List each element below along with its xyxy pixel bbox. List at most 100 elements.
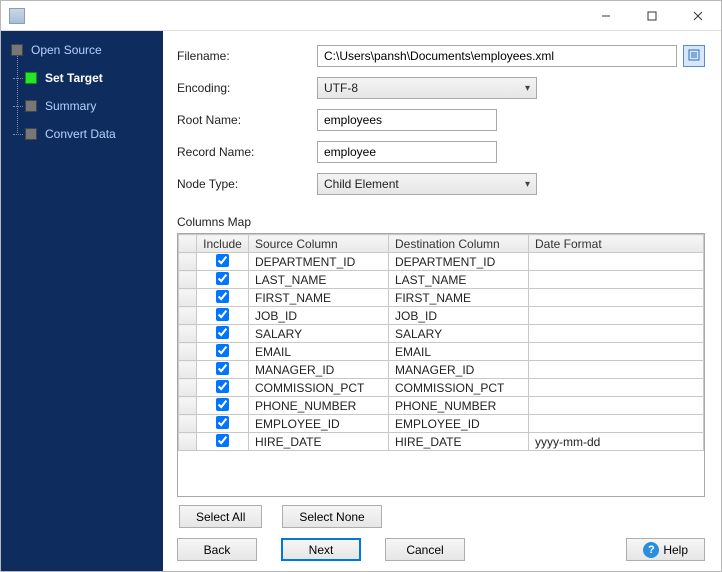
source-column-cell[interactable]: FIRST_NAME	[249, 289, 389, 307]
sidebar-step[interactable]: Open Source	[1, 43, 157, 57]
date-format-cell[interactable]	[529, 343, 704, 361]
date-format-cell[interactable]: yyyy-mm-dd	[529, 433, 704, 451]
step-box-icon	[11, 44, 23, 56]
help-icon: ?	[643, 542, 659, 558]
cancel-button[interactable]: Cancel	[385, 538, 465, 561]
row-handle[interactable]	[179, 379, 197, 397]
app-icon	[9, 8, 25, 24]
source-column-cell[interactable]: MANAGER_ID	[249, 361, 389, 379]
destination-column-cell[interactable]: HIRE_DATE	[389, 433, 529, 451]
source-column-cell[interactable]: LAST_NAME	[249, 271, 389, 289]
table-row[interactable]: HIRE_DATEHIRE_DATEyyyy-mm-dd	[179, 433, 704, 451]
header-date-format[interactable]: Date Format	[529, 235, 704, 253]
destination-column-cell[interactable]: MANAGER_ID	[389, 361, 529, 379]
source-column-cell[interactable]: SALARY	[249, 325, 389, 343]
row-handle[interactable]	[179, 397, 197, 415]
row-handle[interactable]	[179, 307, 197, 325]
destination-column-cell[interactable]: DEPARTMENT_ID	[389, 253, 529, 271]
destination-column-cell[interactable]: PHONE_NUMBER	[389, 397, 529, 415]
select-none-button[interactable]: Select None	[282, 505, 381, 528]
destination-column-cell[interactable]: FIRST_NAME	[389, 289, 529, 307]
date-format-cell[interactable]	[529, 253, 704, 271]
sidebar-step[interactable]: Convert Data	[13, 127, 157, 141]
browse-button[interactable]	[683, 45, 705, 67]
step-label: Open Source	[31, 43, 102, 57]
header-destination[interactable]: Destination Column	[389, 235, 529, 253]
back-button[interactable]: Back	[177, 538, 257, 561]
include-checkbox[interactable]	[216, 290, 229, 303]
help-button[interactable]: ? Help	[626, 538, 705, 561]
include-checkbox[interactable]	[216, 398, 229, 411]
header-include[interactable]: Include	[197, 235, 249, 253]
row-handle[interactable]	[179, 433, 197, 451]
header-source[interactable]: Source Column	[249, 235, 389, 253]
row-handle[interactable]	[179, 253, 197, 271]
table-row[interactable]: LAST_NAMELAST_NAME	[179, 271, 704, 289]
row-handle[interactable]	[179, 343, 197, 361]
table-row[interactable]: DEPARTMENT_IDDEPARTMENT_ID	[179, 253, 704, 271]
source-column-cell[interactable]: EMPLOYEE_ID	[249, 415, 389, 433]
include-checkbox[interactable]	[216, 362, 229, 375]
row-handle[interactable]	[179, 289, 197, 307]
include-checkbox[interactable]	[216, 254, 229, 267]
encoding-select[interactable]: UTF-8 ▾	[317, 77, 537, 99]
destination-column-cell[interactable]: LAST_NAME	[389, 271, 529, 289]
table-row[interactable]: MANAGER_IDMANAGER_ID	[179, 361, 704, 379]
include-checkbox[interactable]	[216, 308, 229, 321]
next-button[interactable]: Next	[281, 538, 361, 561]
date-format-cell[interactable]	[529, 397, 704, 415]
filename-input[interactable]	[317, 45, 677, 67]
table-row[interactable]: SALARYSALARY	[179, 325, 704, 343]
titlebar	[1, 1, 721, 31]
date-format-cell[interactable]	[529, 271, 704, 289]
source-column-cell[interactable]: PHONE_NUMBER	[249, 397, 389, 415]
row-handle[interactable]	[179, 415, 197, 433]
date-format-cell[interactable]	[529, 361, 704, 379]
source-column-cell[interactable]: JOB_ID	[249, 307, 389, 325]
table-row[interactable]: EMAILEMAIL	[179, 343, 704, 361]
source-column-cell[interactable]: COMMISSION_PCT	[249, 379, 389, 397]
source-column-cell[interactable]: HIRE_DATE	[249, 433, 389, 451]
sidebar-step[interactable]: Set Target	[13, 71, 157, 85]
table-row[interactable]: PHONE_NUMBERPHONE_NUMBER	[179, 397, 704, 415]
include-checkbox[interactable]	[216, 272, 229, 285]
date-format-cell[interactable]	[529, 415, 704, 433]
columns-map-table: Include Source Column Destination Column…	[177, 233, 705, 497]
include-checkbox[interactable]	[216, 380, 229, 393]
minimize-button[interactable]	[583, 1, 629, 30]
include-checkbox[interactable]	[216, 344, 229, 357]
maximize-button[interactable]	[629, 1, 675, 30]
table-row[interactable]: EMPLOYEE_IDEMPLOYEE_ID	[179, 415, 704, 433]
record-name-input[interactable]	[317, 141, 497, 163]
node-type-select[interactable]: Child Element ▾	[317, 173, 537, 195]
destination-column-cell[interactable]: EMPLOYEE_ID	[389, 415, 529, 433]
include-cell	[197, 415, 249, 433]
include-cell	[197, 271, 249, 289]
close-button[interactable]	[675, 1, 721, 30]
step-label: Set Target	[45, 71, 103, 85]
destination-column-cell[interactable]: COMMISSION_PCT	[389, 379, 529, 397]
record-name-label: Record Name:	[177, 145, 317, 159]
source-column-cell[interactable]: DEPARTMENT_ID	[249, 253, 389, 271]
include-checkbox[interactable]	[216, 326, 229, 339]
table-row[interactable]: JOB_IDJOB_ID	[179, 307, 704, 325]
destination-column-cell[interactable]: EMAIL	[389, 343, 529, 361]
date-format-cell[interactable]	[529, 325, 704, 343]
row-handle[interactable]	[179, 271, 197, 289]
root-name-input[interactable]	[317, 109, 497, 131]
row-handle[interactable]	[179, 325, 197, 343]
table-row[interactable]: COMMISSION_PCTCOMMISSION_PCT	[179, 379, 704, 397]
date-format-cell[interactable]	[529, 307, 704, 325]
select-all-button[interactable]: Select All	[179, 505, 262, 528]
row-handle[interactable]	[179, 361, 197, 379]
source-column-cell[interactable]: EMAIL	[249, 343, 389, 361]
destination-column-cell[interactable]: JOB_ID	[389, 307, 529, 325]
include-checkbox[interactable]	[216, 416, 229, 429]
include-checkbox[interactable]	[216, 434, 229, 447]
destination-column-cell[interactable]: SALARY	[389, 325, 529, 343]
date-format-cell[interactable]	[529, 289, 704, 307]
table-row[interactable]: FIRST_NAMEFIRST_NAME	[179, 289, 704, 307]
sidebar-step[interactable]: Summary	[13, 99, 157, 113]
date-format-cell[interactable]	[529, 379, 704, 397]
content-panel: Filename: Encoding: UTF-8 ▾ Root Name:	[163, 31, 721, 571]
